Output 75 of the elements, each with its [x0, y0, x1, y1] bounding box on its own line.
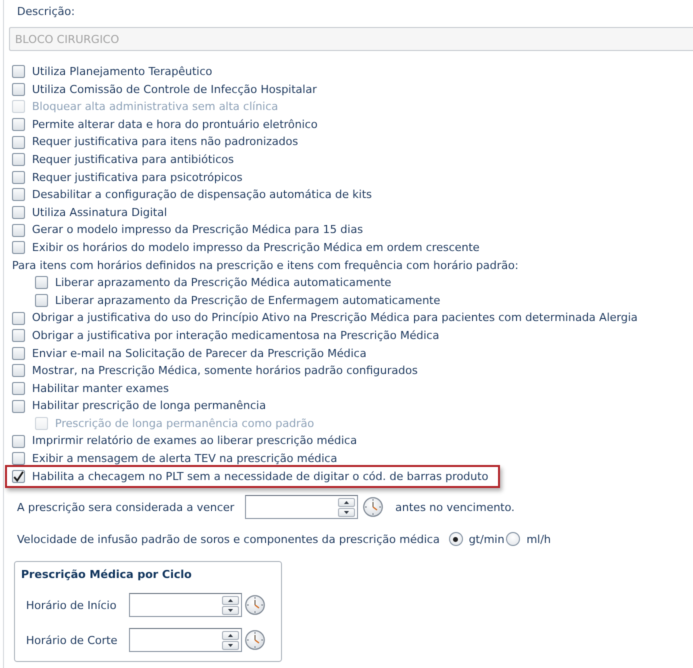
expiry-suffix: antes no vencimento.	[395, 500, 515, 514]
time-field[interactable]	[129, 593, 242, 618]
checkbox[interactable]	[12, 329, 25, 342]
triangle-up-icon	[228, 598, 233, 602]
checkbox[interactable]	[12, 364, 25, 378]
checkbox[interactable]	[12, 346, 25, 360]
clock-icon[interactable]	[245, 595, 265, 616]
checkbox[interactable]	[35, 294, 48, 308]
option-label: Exibir os horários do modelo impresso da Prescrição Médica em ordem crescente	[32, 240, 480, 256]
option-label: Imprirmir relatório de exames ao liberar prescrição médica	[32, 433, 357, 450]
option-label: Requer justificativa para itens não padronizados	[32, 134, 298, 150]
spin-up-button[interactable]	[222, 596, 239, 605]
infusion-label: Velocidade de infusão padrão de soros e componentes da prescrição médica	[17, 532, 440, 546]
option-label: Obrigar a justificativa por interação medicamentosa na Prescrição Médica	[32, 328, 440, 344]
option-label: Utiliza Planejamento Terapêutico	[32, 64, 212, 80]
checkbox[interactable]	[12, 136, 25, 149]
checkbox[interactable]	[12, 452, 25, 466]
option-label: Liberar aprazamento da Prescrição de Enfermagem automaticamente	[55, 292, 440, 309]
option-label: Requer justificativa para antibióticos	[32, 152, 234, 168]
checkbox[interactable]	[12, 400, 25, 413]
triangle-down-icon	[344, 510, 350, 514]
option-label: Obrigar a justificativa do uso do Princípio Ativo na Prescrição Médica para pacientes com determinada Alergia	[32, 310, 638, 326]
option-label: Liberar aprazamento da Prescrição Médica automaticamente	[55, 275, 392, 292]
time-field[interactable]	[245, 495, 358, 520]
checkbox[interactable]	[12, 434, 25, 448]
checkbox[interactable]	[12, 241, 25, 254]
spin-up-button[interactable]	[338, 498, 356, 507]
triangle-up-icon	[344, 500, 350, 504]
option-label: Permite alterar data e hora do prontuário eletrônico	[32, 116, 318, 133]
checkbox[interactable]	[12, 206, 25, 220]
spin-down-button[interactable]	[222, 606, 239, 615]
checkmark-icon	[13, 470, 24, 482]
option-label: Prescrição de longa permanência como padrão	[55, 416, 314, 432]
checkbox[interactable]	[12, 312, 25, 325]
field-label: Horário de Início	[26, 598, 118, 612]
option-label: Enviar e-mail na Solicitação de Parecer da Prescrição Médica	[32, 346, 366, 362]
triangle-down-icon	[228, 644, 233, 647]
radio-label: gt/min	[468, 532, 504, 546]
option-label: Desabilitar a configuração de dispensação automática de kits	[32, 187, 372, 204]
panel-title: Prescrição Médica por Ciclo	[21, 567, 192, 584]
checkbox[interactable]	[12, 82, 25, 96]
checkbox[interactable]	[12, 153, 25, 166]
option-label: Mostrar, na Prescrição Médica, somente horários padrão configurados	[32, 363, 418, 380]
checkbox[interactable]	[35, 276, 48, 290]
option-label: Utiliza Comissão de Controle de Infecção Hospitalar	[32, 82, 317, 98]
clock-icon[interactable]	[363, 497, 384, 518]
option-label: Utiliza Assinatura Digital	[32, 204, 168, 221]
clock-icon[interactable]	[245, 630, 265, 650]
checkbox[interactable]	[12, 224, 25, 237]
time-field[interactable]	[129, 628, 242, 652]
checkbox[interactable]	[12, 470, 25, 483]
radio-label: ml/h	[526, 532, 551, 546]
option-label: Exibir a mensagem de alerta TEV na prescrição médica	[32, 451, 338, 468]
option-label: Bloquear alta administrativa sem alta clínica	[32, 99, 278, 116]
radio-button[interactable]	[448, 532, 463, 546]
checkbox[interactable]	[12, 118, 25, 132]
spin-down-button[interactable]	[338, 508, 356, 517]
radio-button[interactable]	[506, 532, 520, 546]
expiry-label: A prescrição sera considerada a vencer	[17, 500, 234, 514]
checkbox[interactable]	[12, 65, 25, 78]
spin-up-button[interactable]	[222, 630, 239, 640]
option-label: Requer justificativa para psicotrópicos	[32, 170, 243, 186]
option-label: Gerar o modelo impresso da Prescrição Médica para 15 dias	[32, 222, 363, 238]
checkbox[interactable]	[12, 382, 25, 395]
field-label: Horário de Corte	[26, 634, 118, 647]
spin-down-button[interactable]	[222, 640, 239, 650]
checkbox[interactable]	[12, 170, 25, 184]
triangle-down-icon	[228, 608, 233, 612]
section-label: Para itens com horários definidos na prescrição e itens com frequência com horário padrão:	[12, 258, 518, 274]
description-label: Descrição:	[17, 4, 75, 20]
option-label: Habilita a checagem no PLT sem a necessidade de digitar o cód. de barras produto	[32, 468, 488, 485]
option-label: Habilitar prescrição de longa permanência	[32, 398, 266, 414]
option-label: Habilitar manter exames	[32, 380, 169, 397]
triangle-up-icon	[228, 634, 233, 637]
checkbox[interactable]	[12, 188, 25, 202]
